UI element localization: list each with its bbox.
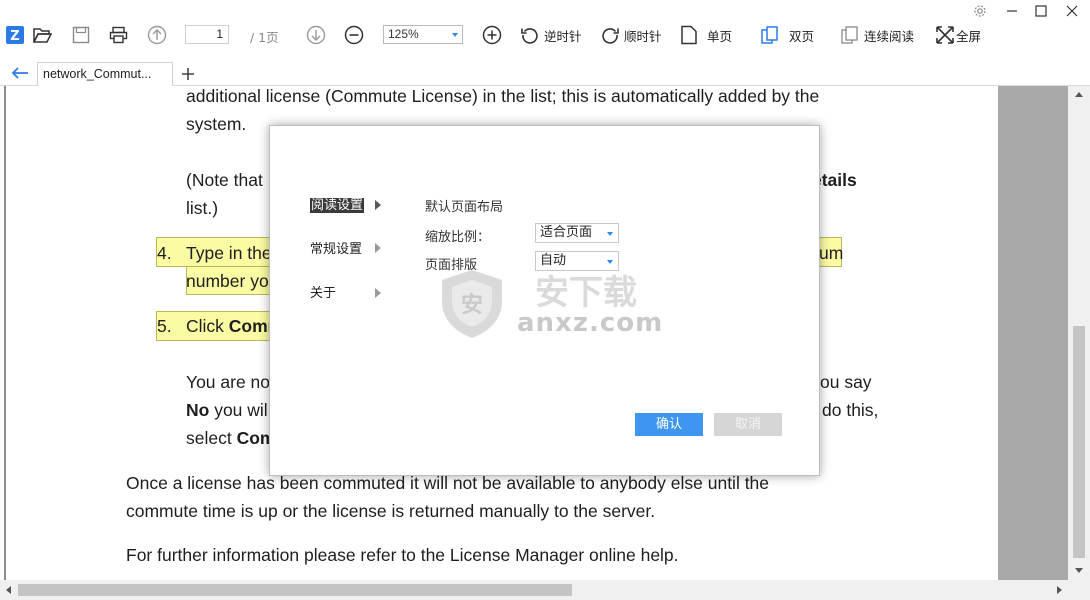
nav-general-settings[interactable]: 常规设置 xyxy=(310,241,362,259)
watermark-text: anxz.com xyxy=(517,308,664,338)
scroll-right-icon[interactable] xyxy=(1057,586,1062,594)
list-number: 5. xyxy=(157,316,172,336)
double-page-label: 双页 xyxy=(789,28,815,44)
nav-label: 常规设置 xyxy=(310,242,363,257)
rotate-ccw-label: 逆时针 xyxy=(544,28,582,44)
zoom-value: 125% xyxy=(388,27,419,41)
doc-bold-text: Comr xyxy=(228,316,275,336)
add-tab-icon[interactable] xyxy=(178,64,198,84)
rotate-cw-label: 顺时针 xyxy=(624,28,662,44)
chevron-right-icon xyxy=(375,243,381,253)
zoom-out-icon[interactable] xyxy=(344,22,364,48)
app-logo-icon[interactable]: Z xyxy=(5,22,25,48)
open-folder-icon[interactable] xyxy=(32,22,52,48)
rotate-cw-button[interactable]: 顺时针 xyxy=(600,22,662,48)
doc-text: you wil xyxy=(209,400,268,420)
doc-line: system. xyxy=(186,114,247,134)
single-page-icon xyxy=(681,25,697,45)
continuous-button[interactable]: 连续阅读 xyxy=(840,22,914,48)
single-page-button[interactable]: 单页 xyxy=(680,22,732,48)
doc-line: number yo xyxy=(186,271,269,291)
settings-icon[interactable] xyxy=(966,0,994,22)
page-left-edge xyxy=(4,86,6,580)
confirm-button[interactable]: 确认 xyxy=(635,413,703,436)
doc-line: Click Comr xyxy=(186,312,274,340)
rotate-ccw-icon xyxy=(521,28,538,44)
maximize-icon[interactable] xyxy=(1027,0,1055,22)
doc-line: um xyxy=(819,243,844,263)
doc-line: You are no xyxy=(186,372,271,392)
fullscreen-label: 全屏 xyxy=(956,28,982,44)
doc-line: do this, xyxy=(822,400,879,420)
continuous-icon xyxy=(841,26,858,44)
scroll-up-icon[interactable] xyxy=(1075,92,1083,97)
page-layout-value: 自动 xyxy=(540,253,567,268)
page-number-input[interactable]: 1 xyxy=(185,25,229,44)
doc-line: (Note that xyxy=(186,170,263,190)
zoom-ratio-select[interactable]: 适合页面 xyxy=(535,223,619,243)
doc-bold-text: No xyxy=(186,400,210,420)
vertical-scroll-thumb[interactable] xyxy=(1073,326,1085,558)
doc-line: select Com xyxy=(186,424,275,452)
chevron-down-icon xyxy=(607,260,613,264)
svg-text:Z: Z xyxy=(10,29,19,44)
next-page-icon[interactable] xyxy=(306,22,326,48)
chevron-down-icon xyxy=(452,33,458,37)
nav-reading-settings[interactable]: 阅读设置 xyxy=(310,197,365,215)
back-arrow-icon[interactable] xyxy=(10,64,30,82)
viewer-gutter xyxy=(998,86,1068,580)
doc-line: No you wil xyxy=(186,396,268,424)
doc-text: Click xyxy=(186,316,229,336)
doc-line: commute time is up or the license is ret… xyxy=(126,501,656,521)
fullscreen-button[interactable]: 全屏 xyxy=(935,22,981,48)
nav-label: 关于 xyxy=(310,286,337,301)
zoom-in-icon[interactable] xyxy=(482,22,502,48)
vertical-scrollbar[interactable] xyxy=(1068,86,1090,580)
zoom-ratio-label: 缩放比例： xyxy=(425,230,491,245)
minimize-icon[interactable] xyxy=(998,0,1026,22)
chevron-right-icon xyxy=(375,200,381,210)
doc-line: For further information please refer to … xyxy=(126,545,679,565)
double-page-button[interactable]: 双页 xyxy=(760,22,814,48)
tab-bar: network_Commut... xyxy=(0,62,1090,86)
cancel-button[interactable]: 取消 xyxy=(714,413,782,436)
double-page-icon xyxy=(761,26,778,44)
prev-page-icon[interactable] xyxy=(147,22,167,48)
single-page-label: 单页 xyxy=(707,28,733,44)
chevron-right-icon xyxy=(375,288,381,298)
continuous-label: 连续阅读 xyxy=(864,28,915,44)
doc-line: Type in the xyxy=(186,243,272,263)
nav-label: 阅读设置 xyxy=(310,198,365,213)
list-number: 4. xyxy=(157,243,172,263)
scrollbar-corner xyxy=(1068,580,1090,600)
print-icon[interactable] xyxy=(109,22,129,48)
chevron-down-icon xyxy=(607,232,613,236)
horizontal-scrollbar[interactable] xyxy=(0,580,1068,600)
page-total-label: / 1页 xyxy=(250,30,279,45)
tab-document[interactable]: network_Commut... xyxy=(37,62,173,86)
doc-text: select xyxy=(186,428,237,448)
zoom-select[interactable]: 125% xyxy=(383,25,463,44)
close-icon[interactable] xyxy=(1058,0,1086,22)
nav-about[interactable]: 关于 xyxy=(310,285,336,303)
horizontal-scroll-thumb[interactable] xyxy=(18,584,572,596)
section-title: 默认页面布局 xyxy=(425,200,504,215)
fullscreen-icon xyxy=(936,26,954,44)
svg-text:安: 安 xyxy=(461,292,483,318)
svg-text:安下载: 安下载 xyxy=(535,273,637,313)
doc-line: list.) xyxy=(186,198,219,218)
rotate-ccw-button[interactable]: 逆时针 xyxy=(520,22,582,48)
toolbar: Z 1 / 1页 125% 逆时针 顺时针 单页 双页 连续阅读 全屏 xyxy=(0,0,1090,62)
scroll-left-icon[interactable] xyxy=(6,586,11,594)
zoom-ratio-value: 适合页面 xyxy=(540,225,593,240)
save-icon[interactable] xyxy=(72,22,90,48)
scroll-down-icon[interactable] xyxy=(1075,568,1083,573)
doc-line: additional license (Commute License) in … xyxy=(186,86,820,106)
doc-line: ou say xyxy=(820,372,872,392)
rotate-cw-icon xyxy=(602,28,619,44)
